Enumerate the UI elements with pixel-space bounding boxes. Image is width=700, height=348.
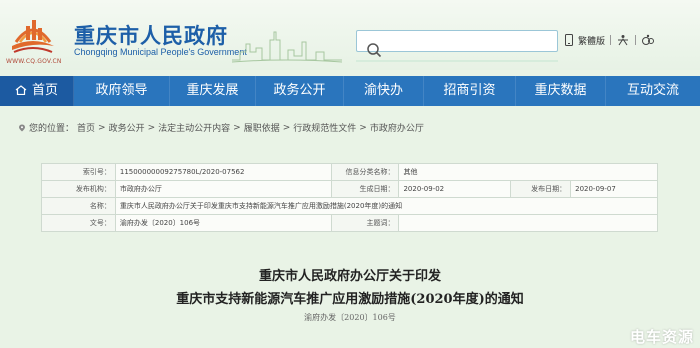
header-tools: 繁體版	[565, 32, 655, 48]
keywords-value	[398, 214, 658, 232]
table-row: 名称： 重庆市人民政府办公厅关于印发重庆市支持新能源汽车推广应用激励措施(202…	[41, 197, 659, 215]
breadcrumb-separator: >	[98, 122, 106, 133]
tool-separator	[635, 35, 637, 45]
main-nav: 首页 政府领导 重庆发展 政务公开 渝快办 招商引资 重庆数据 互动交流	[0, 76, 700, 106]
breadcrumb-separator: >	[147, 122, 156, 133]
name-value: 重庆市人民政府办公厅关于印发重庆市支持新能源汽车推广应用激励措施(2020年度)…	[114, 197, 659, 215]
elderly-mode-icon[interactable]	[641, 34, 655, 46]
document-title-line1: 重庆市人民政府办公厅关于印发	[258, 269, 441, 284]
nav-item-yukuaiban[interactable]: 渝快办	[344, 76, 424, 106]
doc-number-value: 渝府办发〔2020〕106号	[114, 214, 332, 232]
government-emblem-logo[interactable]	[8, 12, 58, 60]
doc-number-label: 文号：	[41, 214, 116, 232]
nav-item-gov-affairs[interactable]: 政务公开	[256, 76, 344, 106]
breadcrumb-link-gov-affairs[interactable]: 政务公开	[109, 121, 145, 134]
table-row: 发布机构： 市政府办公厅 生成日期： 2020-09-02 发布日期： 2020…	[41, 180, 658, 198]
nav-item-home[interactable]: 首页	[0, 76, 74, 106]
breadcrumb-separator: >	[359, 122, 367, 133]
tool-separator	[610, 35, 612, 45]
category-label: 信息分类名称：	[330, 163, 400, 181]
nav-item-label: 首页	[31, 83, 58, 98]
index-label: 索引号：	[41, 163, 116, 181]
issuer-value: 市政府办公厅	[114, 180, 332, 198]
city-skyline-decoration	[232, 31, 342, 63]
nav-item-leaders[interactable]: 政府领导	[74, 76, 170, 106]
breadcrumb-link-basis[interactable]: 履职依据	[244, 121, 280, 134]
published-date-label: 发布日期：	[510, 180, 572, 198]
created-date-label: 生成日期：	[330, 180, 400, 198]
table-row: 索引号： 11500000009275780L/2020-07562 信息分类名…	[41, 163, 658, 181]
breadcrumb-link-office[interactable]: 市政府办公厅	[370, 121, 424, 134]
document-number: 渝府办发〔2020〕106号	[304, 313, 396, 322]
nav-item-development[interactable]: 重庆发展	[170, 76, 256, 106]
nav-item-investment[interactable]: 招商引资	[424, 76, 516, 106]
breadcrumb-link-statutory[interactable]: 法定主动公开内容	[158, 121, 230, 134]
name-label: 名称：	[41, 197, 116, 215]
keywords-label: 主题词：	[330, 214, 400, 232]
watermark-text: 电车资源	[629, 328, 694, 346]
document-info-table: 索引号： 11500000009275780L/2020-07562 信息分类名…	[41, 163, 659, 232]
breadcrumb-link-home[interactable]: 首页	[77, 121, 95, 134]
index-value: 11500000009275780L/2020-07562	[114, 163, 332, 181]
search-icon[interactable]	[366, 42, 382, 58]
breadcrumb: 您的位置： 首页 > 政务公开 > 法定主动公开内容 > 履职依据 > 行政规范…	[18, 121, 424, 134]
published-date-value: 2020-09-07	[570, 180, 658, 198]
document-title-line2: 重庆市支持新能源汽车推广应用激励措施(2020年度)的通知	[176, 292, 524, 307]
table-row: 文号： 渝府办发〔2020〕106号 主题词：	[41, 214, 658, 232]
breadcrumb-prefix: 您的位置：	[29, 124, 75, 134]
mobile-icon[interactable]	[565, 34, 573, 46]
search-input[interactable]	[356, 30, 558, 52]
search-underline	[356, 60, 558, 62]
category-value: 其他	[398, 163, 658, 181]
nav-item-interaction[interactable]: 互动交流	[606, 76, 700, 106]
nav-item-data[interactable]: 重庆数据	[516, 76, 606, 106]
site-title[interactable]: 重庆市人民政府	[74, 20, 228, 50]
site-header: WWW.CQ.GOV.CN 重庆市人民政府 Chongqing Municipa…	[0, 0, 700, 70]
issuer-label: 发布机构：	[41, 180, 116, 198]
breadcrumb-separator: >	[282, 122, 291, 133]
breadcrumb-separator: >	[233, 122, 241, 133]
site-url: WWW.CQ.GOV.CN	[6, 58, 62, 65]
home-icon	[15, 85, 27, 95]
created-date-value: 2020-09-02	[398, 180, 512, 198]
site-subtitle: Chongqing Municipal People's Government	[74, 47, 247, 57]
breadcrumb-link-normative[interactable]: 行政规范性文件	[293, 121, 356, 134]
accessibility-icon[interactable]	[616, 34, 630, 46]
location-pin-icon	[19, 124, 25, 131]
traditional-chinese-link[interactable]: 繁體版	[578, 34, 605, 47]
